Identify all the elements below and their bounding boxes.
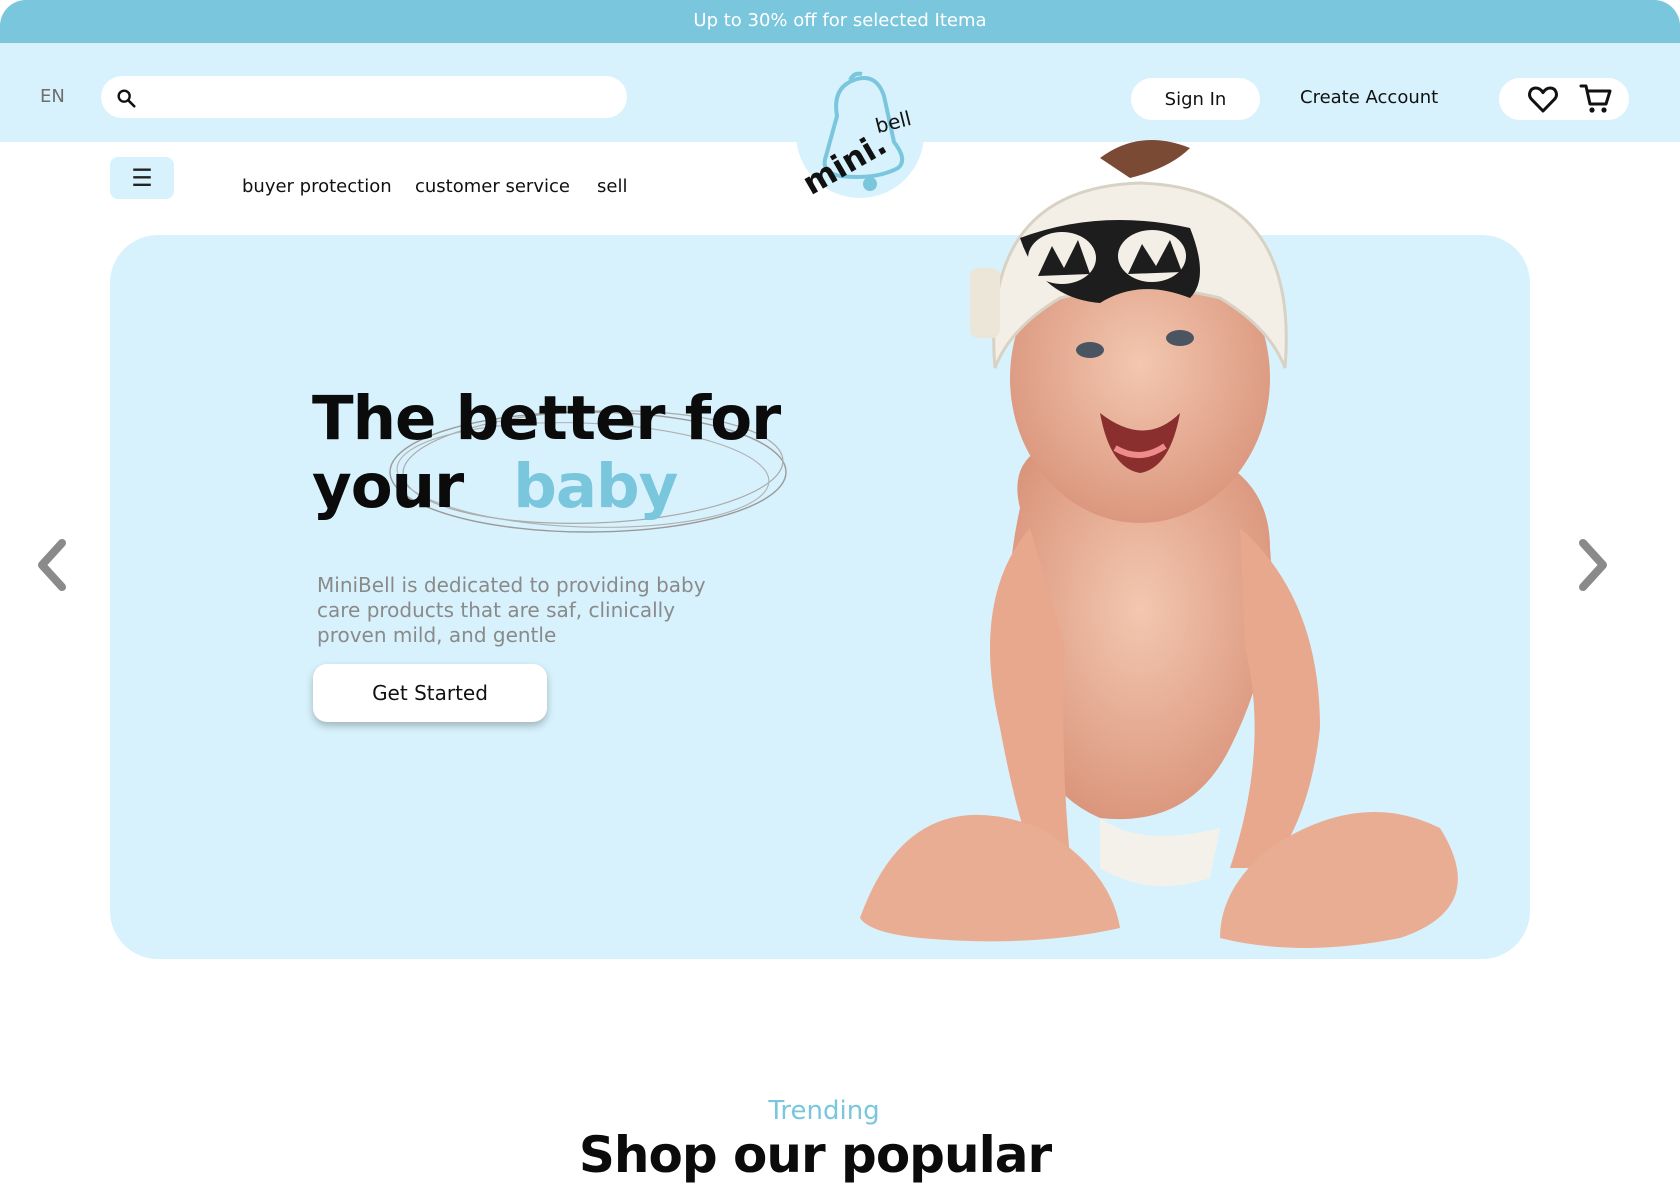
- hero-title-line1: The better for: [312, 383, 781, 454]
- hero-title-word-your: your: [312, 451, 464, 522]
- language-selector[interactable]: EN: [40, 86, 65, 107]
- heart-icon[interactable]: [1527, 83, 1559, 115]
- hero-title-line2: your baby: [312, 453, 780, 521]
- cart-icon[interactable]: [1579, 81, 1613, 115]
- section-title: Shop our popular: [578, 1126, 1052, 1184]
- promo-banner: Up to 30% off for selected Itema: [0, 0, 1680, 43]
- menu-icon: ☰: [131, 164, 153, 192]
- search-icon[interactable]: [115, 87, 137, 109]
- hero-title: The better for your baby: [312, 383, 781, 521]
- section-eyebrow: Trending: [768, 1096, 880, 1126]
- chevron-left-icon[interactable]: [32, 535, 72, 595]
- nav-link-customer-service[interactable]: customer service: [415, 176, 570, 197]
- chevron-right-icon[interactable]: [1573, 535, 1613, 595]
- hero-title-word-baby: baby: [513, 451, 678, 522]
- nav-link-sell[interactable]: sell: [597, 176, 627, 197]
- hero-description: MiniBell is dedicated to providing baby …: [317, 573, 706, 647]
- create-account-link[interactable]: Create Account: [1300, 87, 1438, 108]
- search-input[interactable]: [101, 76, 627, 118]
- sign-in-button[interactable]: Sign In: [1131, 78, 1260, 120]
- nav-link-buyer-protection[interactable]: buyer protection: [242, 176, 392, 197]
- baby-photo: [860, 140, 1458, 948]
- get-started-button[interactable]: Get Started: [313, 664, 547, 722]
- menu-button[interactable]: ☰: [110, 157, 174, 199]
